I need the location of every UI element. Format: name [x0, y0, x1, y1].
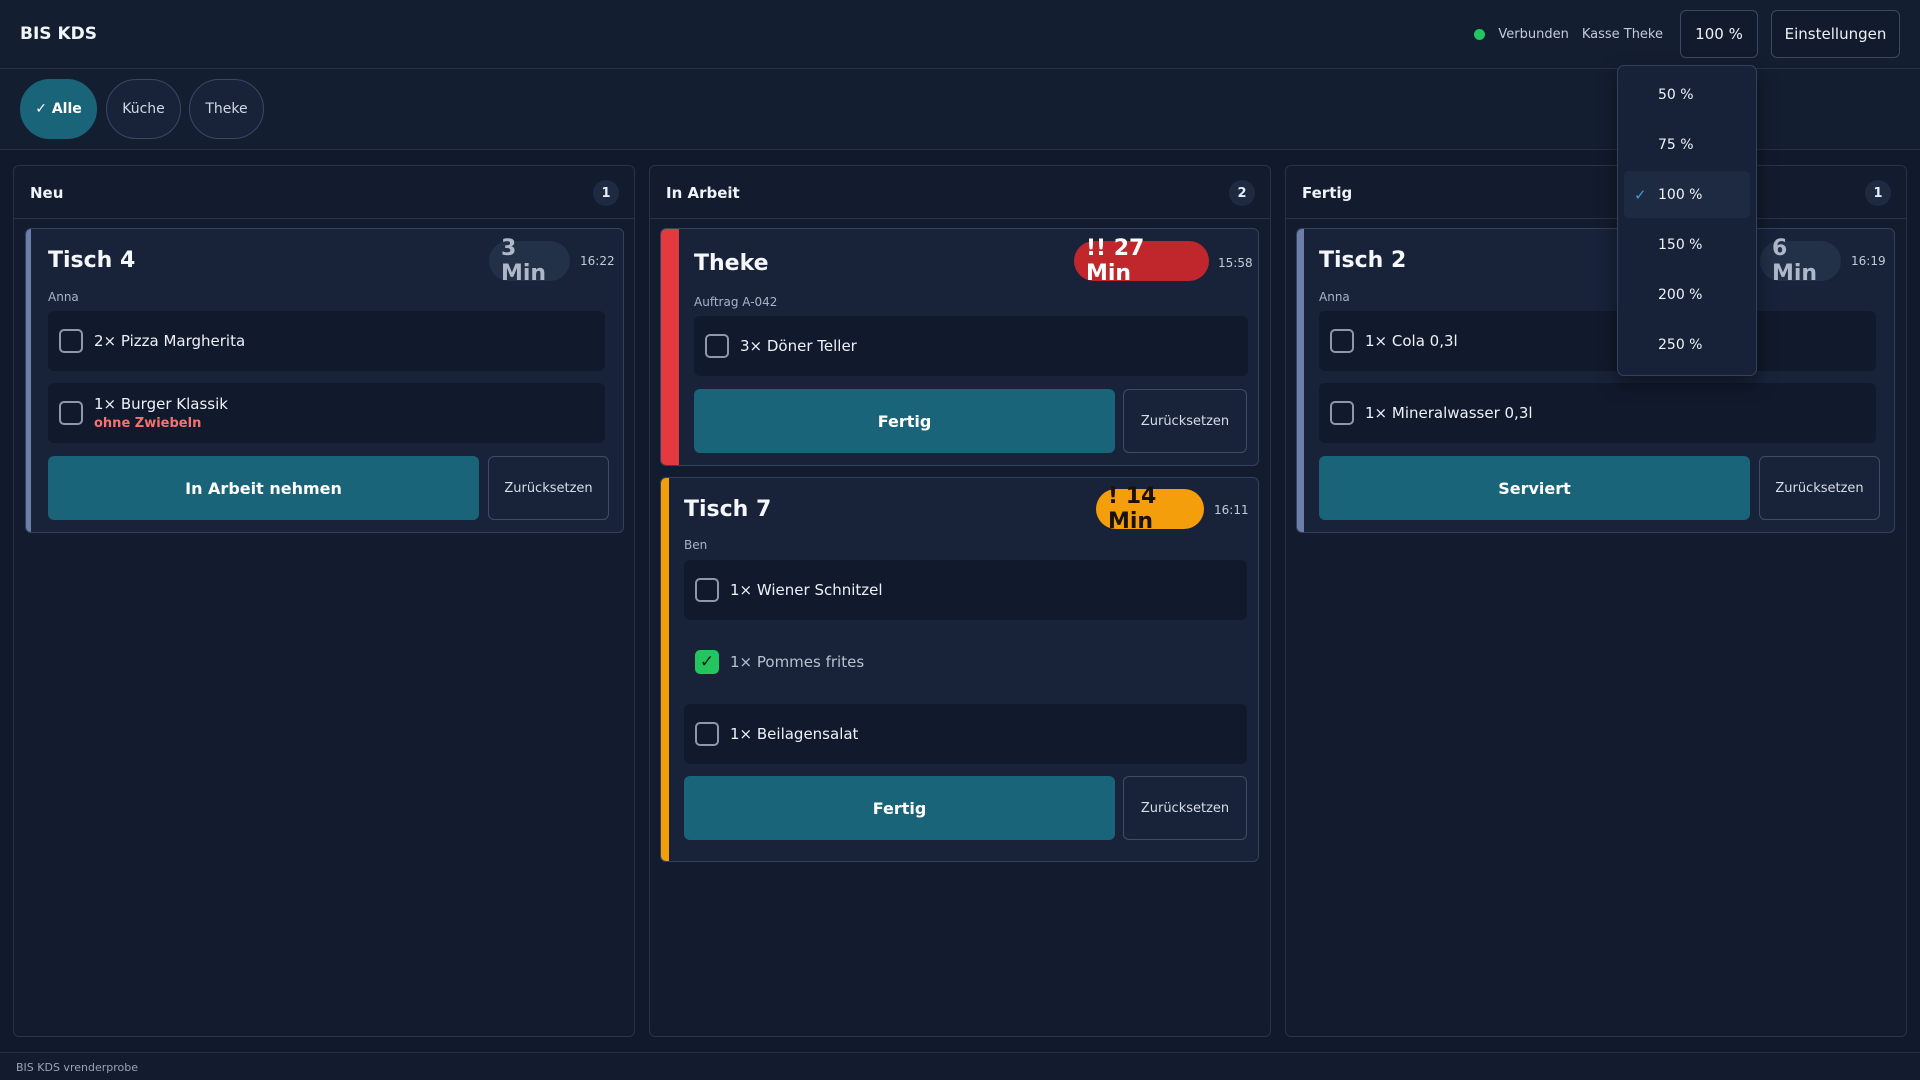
column-title: Fertig: [1302, 184, 1353, 202]
order-card: Tisch 7 Ben ! 14 Min 16:11 1× Wiener Sch…: [660, 477, 1259, 862]
zoom-option-label: 250 %: [1658, 336, 1703, 353]
order-title: Tisch 2: [1319, 248, 1407, 273]
order-timer-badge: ! 14 Min: [1096, 484, 1204, 534]
order-item[interactable]: 1× Beilagensalat: [684, 704, 1247, 764]
zoom-option-50[interactable]: 50 %: [1624, 71, 1750, 118]
order-card: Tisch 2 Anna 6 Min 16:19 1× Cola 0,3l 1×…: [1296, 228, 1895, 533]
zoom-option-150[interactable]: 150 %: [1624, 221, 1750, 268]
item-label: 1× Wiener Schnitzel: [730, 581, 883, 599]
order-item[interactable]: 1× Burger Klassik ohne Zwiebeln: [48, 383, 605, 443]
item-checkbox[interactable]: [695, 722, 719, 746]
served-order-button[interactable]: Serviert: [1319, 456, 1750, 520]
order-item[interactable]: 3× Döner Teller: [694, 316, 1248, 376]
card-status-stripe: [1297, 229, 1304, 532]
item-checkbox[interactable]: [59, 329, 83, 353]
zoom-option-label: 150 %: [1658, 236, 1703, 253]
zoom-option-label: 200 %: [1658, 286, 1703, 303]
connection-status-icon: [1474, 28, 1486, 40]
start-order-button[interactable]: In Arbeit nehmen: [48, 456, 479, 520]
header-controls: Verbunden Kasse Theke 100 % Einstellunge…: [1474, 10, 1900, 58]
reset-order-button[interactable]: Zurücksetzen: [1123, 389, 1247, 453]
finish-order-button[interactable]: Fertig: [694, 389, 1115, 453]
card-status-stripe: [26, 229, 31, 532]
item-label: 2× Pizza Margherita: [94, 332, 246, 350]
top-bar: BIS KDS Verbunden Kasse Theke 100 % Eins…: [0, 0, 1920, 69]
order-waiter: Anna: [1319, 290, 1350, 304]
zoom-option-75[interactable]: 75 %: [1624, 121, 1750, 168]
card-status-stripe: [661, 478, 669, 861]
column-header: In Arbeit 2: [650, 166, 1270, 219]
order-item[interactable]: 2× Pizza Margherita: [48, 311, 605, 371]
finish-order-button[interactable]: Fertig: [684, 776, 1115, 840]
column-neu: Neu 1 Tisch 4 Anna 3 Min 16:22 2× Pizza …: [13, 165, 635, 1037]
zoom-select-button[interactable]: 100 %: [1680, 10, 1758, 58]
column-count-badge: 1: [593, 180, 619, 206]
filter-chip-theke[interactable]: Theke: [189, 79, 264, 139]
order-item[interactable]: 1× Cola 0,3l: [1319, 311, 1876, 371]
filter-chip-alle[interactable]: ✓ Alle: [20, 79, 97, 139]
order-waiter: Ben: [684, 538, 708, 552]
order-time: 15:58: [1218, 256, 1253, 270]
item-label: 1× Burger Klassik: [94, 395, 228, 413]
column-fertig: Fertig 1 Tisch 2 Anna 6 Min 16:19 1× Col…: [1285, 165, 1907, 1037]
item-note: ohne Zwiebeln: [94, 416, 202, 431]
column-in-arbeit: In Arbeit 2 Theke Auftrag A-042 !! 27 Mi…: [649, 165, 1271, 1037]
order-time: 16:22: [580, 254, 615, 268]
connection-status-label: Verbunden: [1498, 26, 1569, 42]
column-count-badge: 1: [1865, 180, 1891, 206]
filter-chip-kueche[interactable]: Küche: [106, 79, 181, 139]
station-label: Kasse Theke: [1581, 26, 1663, 42]
column-header: Fertig 1: [1286, 166, 1906, 219]
item-label: 1× Pommes frites: [730, 653, 865, 671]
order-card: Tisch 4 Anna 3 Min 16:22 2× Pizza Marghe…: [25, 228, 624, 533]
order-timer-badge: 6 Min: [1760, 236, 1841, 286]
footer-bar: BIS KDS vrenderprobe: [0, 1052, 1920, 1080]
item-checkbox[interactable]: [705, 334, 729, 358]
item-checkbox[interactable]: [695, 578, 719, 602]
order-waiter: Anna: [48, 290, 79, 304]
order-time: 16:11: [1214, 503, 1249, 517]
item-checkbox-checked[interactable]: ✓: [695, 650, 719, 674]
reset-order-button[interactable]: Zurücksetzen: [1759, 456, 1880, 520]
footer-text: BIS KDS vrenderprobe: [16, 1061, 138, 1074]
zoom-option-label: 100 %: [1658, 186, 1703, 203]
app-title: BIS KDS: [20, 24, 97, 44]
zoom-option-label: 50 %: [1658, 86, 1694, 103]
reset-order-button[interactable]: Zurücksetzen: [488, 456, 609, 520]
zoom-option-250[interactable]: 250 %: [1624, 321, 1750, 368]
order-item[interactable]: ✓ 1× Pommes frites: [684, 632, 1247, 692]
card-status-stripe: [661, 229, 679, 465]
item-label: 3× Döner Teller: [740, 337, 857, 355]
reset-order-button[interactable]: Zurücksetzen: [1123, 776, 1247, 840]
order-title: Theke: [694, 251, 769, 276]
item-checkbox[interactable]: [59, 401, 83, 425]
order-time: 16:19: [1851, 254, 1886, 268]
settings-button[interactable]: Einstellungen: [1771, 10, 1900, 58]
item-label: 1× Cola 0,3l: [1365, 332, 1458, 350]
order-title: Tisch 7: [684, 497, 772, 522]
zoom-option-200[interactable]: 200 %: [1624, 271, 1750, 318]
column-header: Neu 1: [14, 166, 634, 219]
order-item[interactable]: 1× Mineralwasser 0,3l: [1319, 383, 1876, 443]
item-checkbox[interactable]: [1330, 329, 1354, 353]
order-title: Tisch 4: [48, 248, 136, 273]
item-checkbox[interactable]: [1330, 401, 1354, 425]
column-count-badge: 2: [1229, 180, 1255, 206]
item-label: 1× Beilagensalat: [730, 725, 859, 743]
check-icon: ✓: [1634, 185, 1647, 204]
column-title: Neu: [30, 184, 64, 202]
order-timer-badge: 3 Min: [489, 236, 570, 286]
item-label: 1× Mineralwasser 0,3l: [1365, 404, 1533, 422]
zoom-option-100[interactable]: ✓ 100 %: [1624, 171, 1750, 218]
column-title: In Arbeit: [666, 184, 740, 202]
zoom-dropdown-menu: 50 % 75 % ✓ 100 % 150 % 200 % 250 %: [1617, 65, 1757, 376]
order-card: Theke Auftrag A-042 !! 27 Min 15:58 3× D…: [660, 228, 1259, 466]
zoom-option-label: 75 %: [1658, 136, 1694, 153]
order-item[interactable]: 1× Wiener Schnitzel: [684, 560, 1247, 620]
order-number: Auftrag A-042: [694, 295, 778, 309]
order-timer-badge: !! 27 Min: [1074, 236, 1209, 286]
